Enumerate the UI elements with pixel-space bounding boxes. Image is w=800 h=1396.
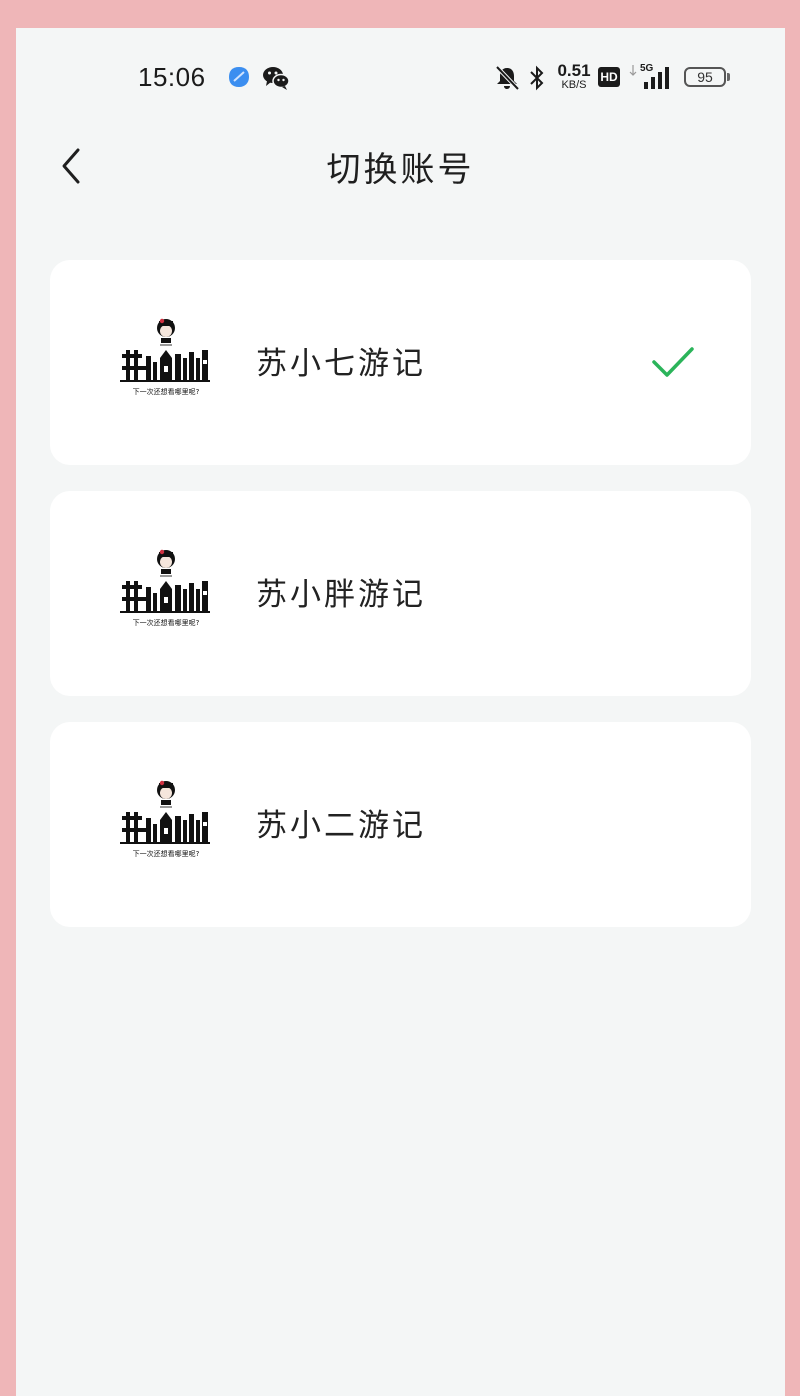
status-bar: 15:06 0.51 KB/S HD 5G 95	[16, 28, 785, 124]
account-name: 苏小二游记	[256, 808, 426, 844]
nav-bar: 切换账号	[16, 124, 785, 214]
page-title: 切换账号	[326, 150, 475, 190]
battery-level: 95	[697, 69, 713, 85]
account-avatar: 下一次还想看哪里呢?	[120, 780, 210, 858]
account-list: 下一次还想看哪里呢? 苏小七游记 下一次还想看哪里呢? 苏小胖游记 下一次还想看…	[50, 260, 751, 953]
logo-caption: 下一次还想看哪里呢?	[133, 618, 200, 627]
account-item[interactable]: 下一次还想看哪里呢? 苏小胖游记	[50, 491, 751, 696]
battery-icon: 95	[684, 67, 726, 87]
battery-tip	[727, 73, 730, 81]
app-notification-icon	[229, 67, 249, 87]
check-icon	[652, 347, 694, 377]
wechat-icon	[263, 67, 290, 90]
network-type: 5G	[640, 63, 654, 74]
logo-caption: 下一次还想看哪里呢?	[133, 849, 200, 858]
network-speed-unit: KB/S	[561, 79, 587, 91]
network-speed: 0.51 KB/S	[554, 62, 594, 91]
bluetooth-icon	[530, 65, 544, 91]
status-time: 15:06	[138, 62, 206, 92]
account-item[interactable]: 下一次还想看哪里呢? 苏小二游记	[50, 722, 751, 927]
logo-caption: 下一次还想看哪里呢?	[133, 387, 200, 396]
account-avatar: 下一次还想看哪里呢?	[120, 318, 210, 396]
hd-badge: HD	[598, 67, 620, 87]
account-item[interactable]: 下一次还想看哪里呢? 苏小七游记	[50, 260, 751, 465]
mute-bell-icon	[495, 65, 520, 91]
account-name: 苏小七游记	[256, 346, 426, 382]
account-avatar: 下一次还想看哪里呢?	[120, 549, 210, 627]
phone-screen: 15:06 0.51 KB/S HD 5G 95 切换账号 下一次还想看哪里呢?…	[16, 28, 785, 1396]
account-name: 苏小胖游记	[256, 577, 426, 613]
network-speed-value: 0.51	[557, 61, 591, 80]
